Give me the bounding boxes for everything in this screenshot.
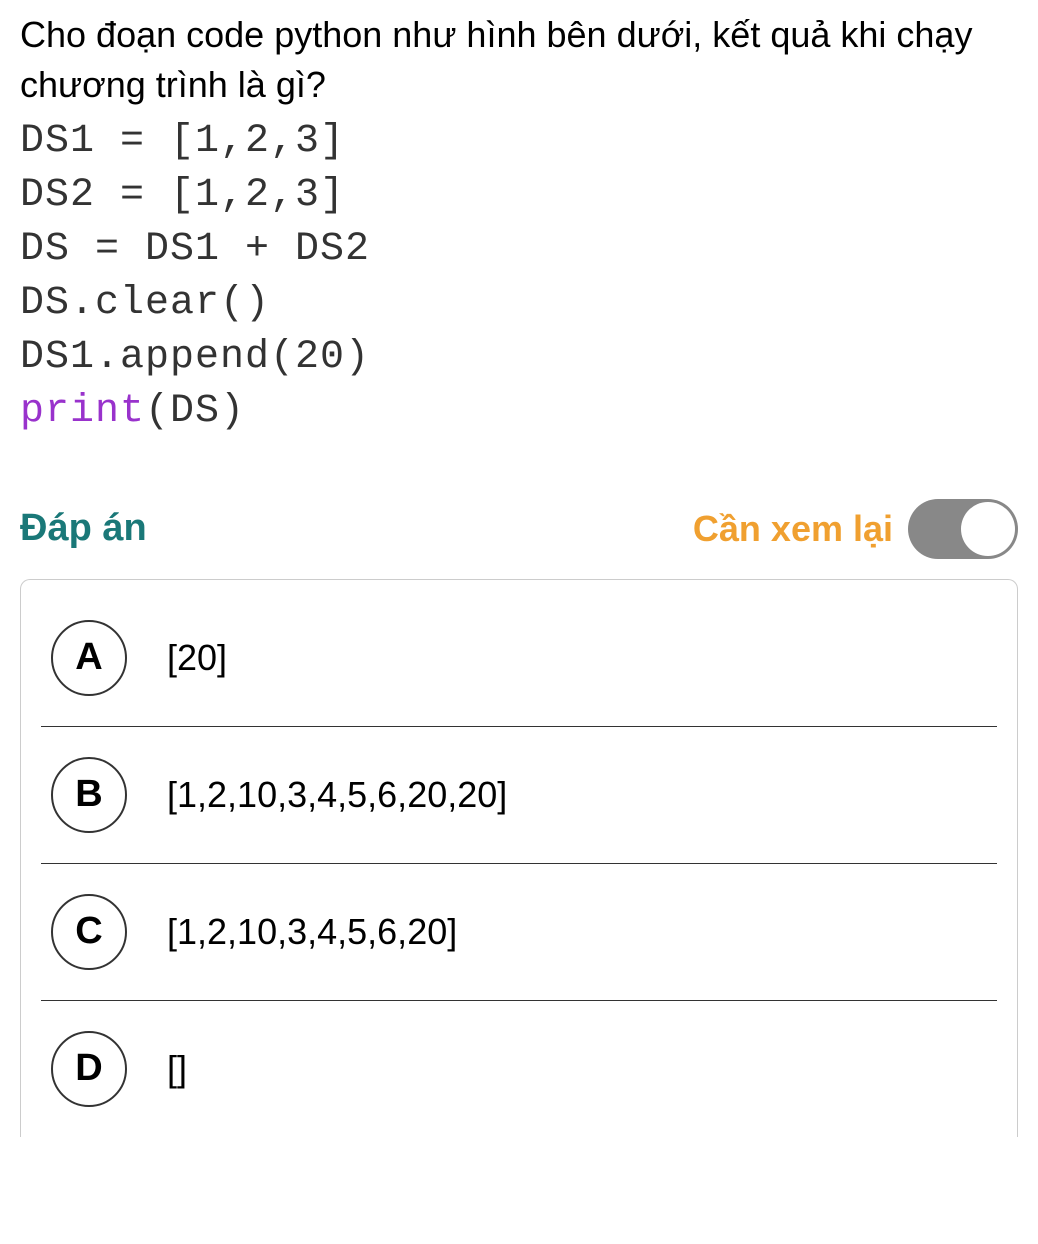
answer-title: Đáp án <box>20 507 147 550</box>
option-text: [20] <box>167 637 227 679</box>
option-text: [] <box>167 1048 187 1090</box>
code-line: DS = DS1 + DS2 <box>20 223 1018 277</box>
review-section: Cần xem lại <box>693 499 1018 559</box>
option-b[interactable]: B [1,2,10,3,4,5,6,20,20] <box>41 727 997 864</box>
options-container: A [20] B [1,2,10,3,4,5,6,20,20] C [1,2,1… <box>20 579 1018 1137</box>
option-letter: A <box>51 620 127 696</box>
option-text: [1,2,10,3,4,5,6,20] <box>167 911 457 953</box>
review-label: Cần xem lại <box>693 508 893 550</box>
question-line-1: Cho đoạn code python như hình bên dưới, … <box>20 14 972 55</box>
code-line: DS.clear() <box>20 277 1018 331</box>
answer-header: Đáp án Cần xem lại <box>20 499 1018 559</box>
print-keyword: print <box>20 389 145 434</box>
option-letter: B <box>51 757 127 833</box>
code-line: print(DS) <box>20 385 1018 439</box>
toggle-knob <box>961 502 1015 556</box>
option-letter: C <box>51 894 127 970</box>
code-line: DS1 = [1,2,3] <box>20 115 1018 169</box>
code-line: DS1.append(20) <box>20 331 1018 385</box>
option-text: [1,2,10,3,4,5,6,20,20] <box>167 774 507 816</box>
question-line-2: chương trình là gì? <box>20 64 326 105</box>
print-argument: (DS) <box>145 389 245 434</box>
review-toggle[interactable] <box>908 499 1018 559</box>
code-block: DS1 = [1,2,3] DS2 = [1,2,3] DS = DS1 + D… <box>20 115 1018 439</box>
option-d[interactable]: D [] <box>41 1001 997 1137</box>
code-line: DS2 = [1,2,3] <box>20 169 1018 223</box>
option-letter: D <box>51 1031 127 1107</box>
option-a[interactable]: A [20] <box>41 590 997 727</box>
question-prompt: Cho đoạn code python như hình bên dưới, … <box>20 10 1018 111</box>
option-c[interactable]: C [1,2,10,3,4,5,6,20] <box>41 864 997 1001</box>
